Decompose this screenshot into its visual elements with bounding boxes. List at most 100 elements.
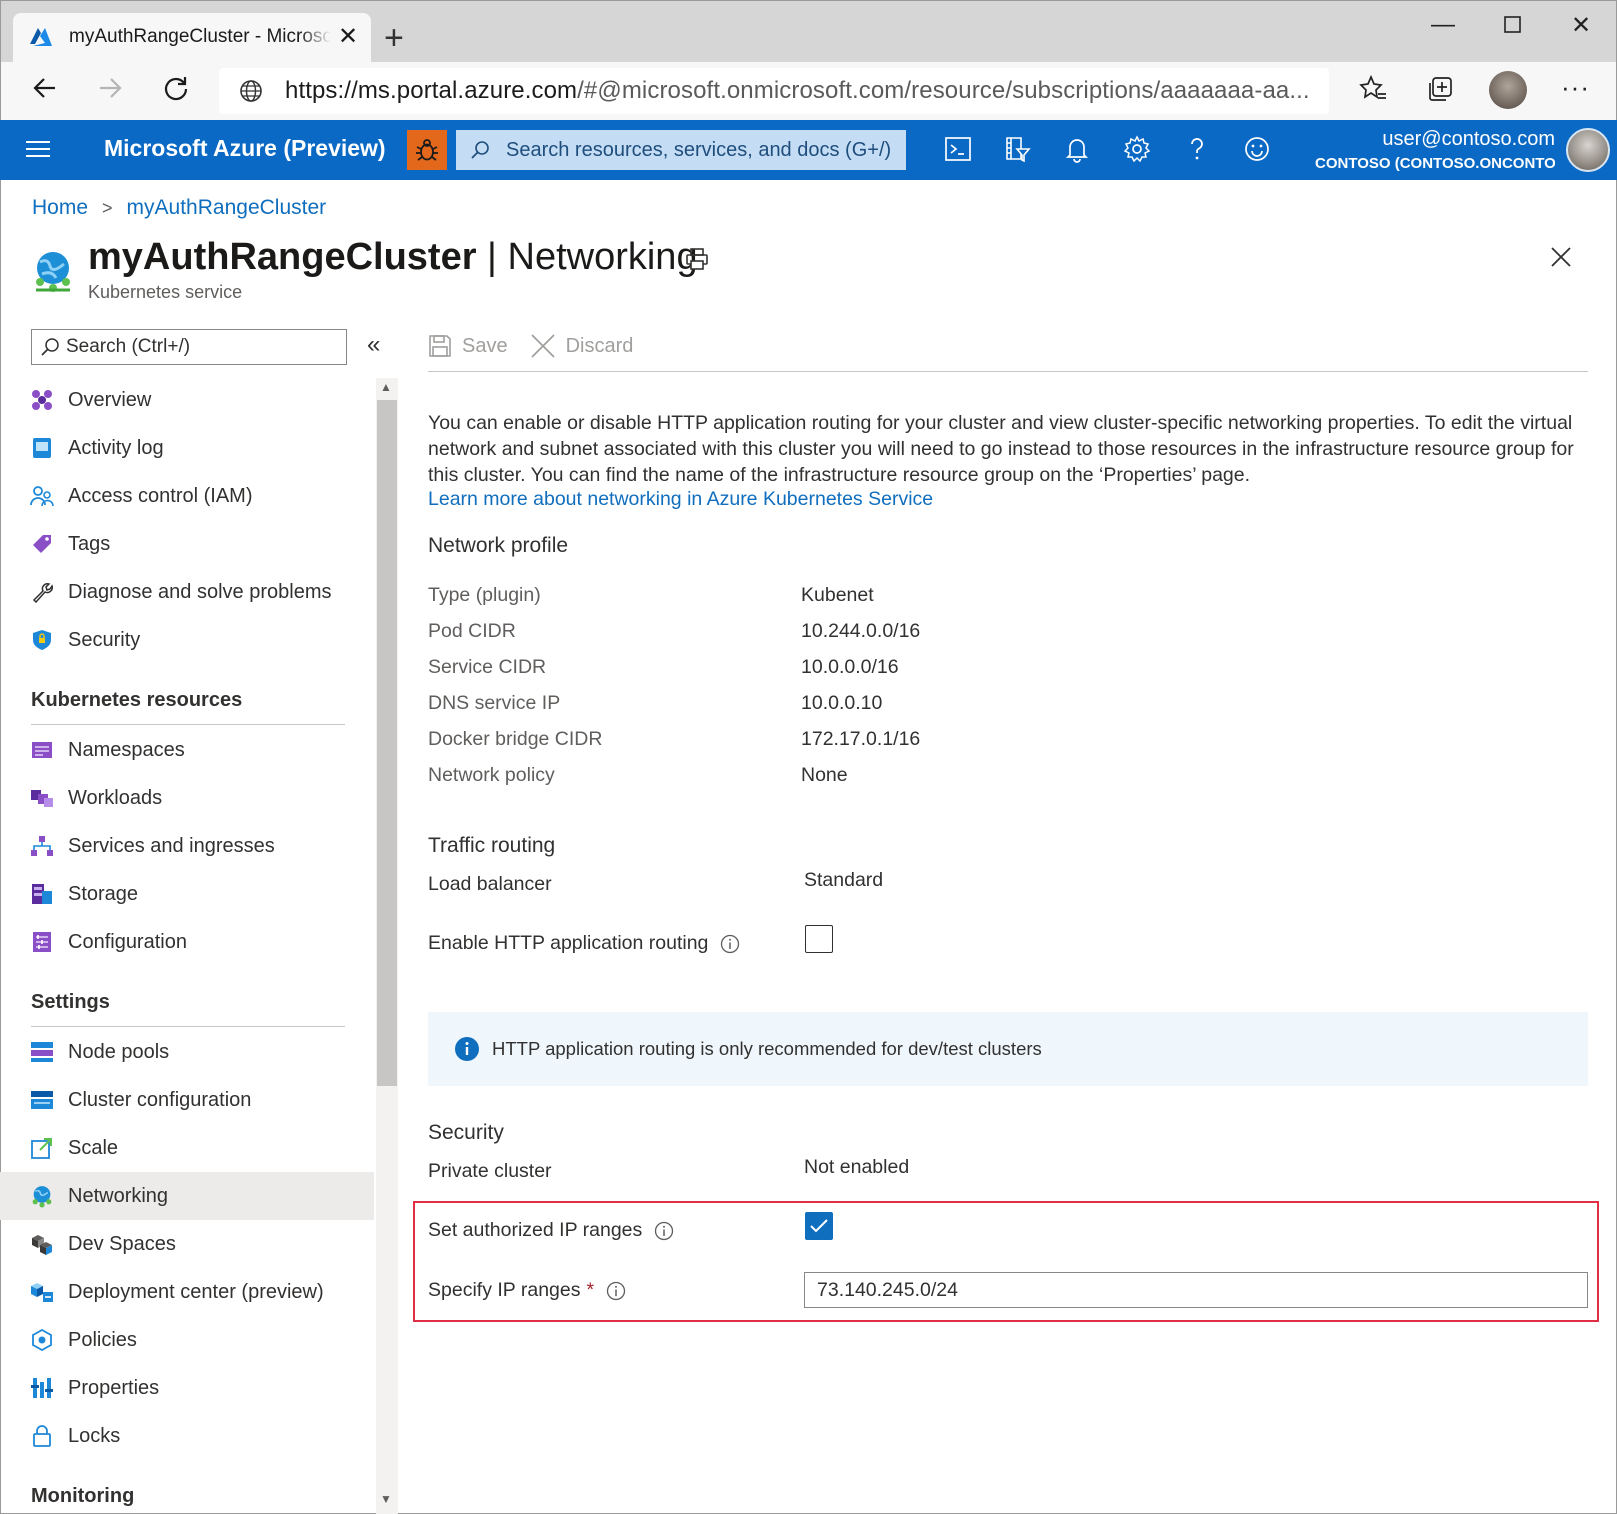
nav-item-access-control[interactable]: Access control (IAM) (0, 472, 374, 520)
nav-section-settings: Settings (31, 991, 110, 1013)
nav-item-properties[interactable]: Properties (0, 1364, 374, 1412)
url-host: https://ms.portal.azure.com (285, 77, 578, 104)
tab-close-icon[interactable]: ✕ (338, 25, 358, 49)
preview-feedback-button[interactable] (407, 130, 447, 170)
load-balancer-value: Standard (804, 869, 884, 891)
new-tab-icon[interactable]: + (384, 21, 404, 55)
info-circle-icon[interactable] (606, 1281, 626, 1301)
nav-item-services[interactable]: Services and ingresses (0, 822, 374, 870)
overview-icon (30, 388, 54, 412)
portal-search-box[interactable]: Search resources, services, and docs (G+… (456, 130, 906, 170)
favorites-icon[interactable] (1358, 74, 1388, 109)
storage-icon (30, 882, 54, 906)
hamburger-menu-icon[interactable] (26, 139, 50, 164)
nav-item-node-pools[interactable]: Node pools (0, 1028, 374, 1076)
learn-more-link[interactable]: Learn more about networking in Azure Kub… (428, 488, 933, 511)
save-label: Save (462, 334, 508, 357)
user-email[interactable]: user@contoso.com (1382, 128, 1555, 151)
nav-item-dev-spaces[interactable]: Dev Spaces (0, 1220, 374, 1268)
specify-ip-label-text: Specify IP ranges (428, 1279, 581, 1301)
more-options-icon[interactable]: ··· (1561, 72, 1590, 103)
http-routing-checkbox[interactable] (805, 925, 833, 953)
collections-icon[interactable] (1425, 74, 1455, 109)
print-icon[interactable] (684, 246, 710, 277)
authorized-ip-checkbox[interactable] (805, 1212, 833, 1240)
menu-scrollbar-thumb[interactable] (377, 400, 397, 1086)
http-routing-label: Enable HTTP application routing (428, 932, 740, 955)
collapse-menu-icon[interactable]: « (367, 331, 380, 359)
directory-filter-icon[interactable] (1003, 135, 1031, 168)
address-bar[interactable]: https://ms.portal.azure.com/#@microsoft.… (219, 68, 1329, 114)
breadcrumb-home[interactable]: Home (32, 196, 88, 220)
window-close-icon[interactable]: ✕ (1571, 11, 1591, 40)
prop-value-pod-cidr: 10.244.0.0/16 (801, 620, 921, 642)
nav-item-cluster-configuration[interactable]: Cluster configuration (0, 1076, 374, 1124)
menu-search-input[interactable]: Search (Ctrl+/) (31, 329, 347, 365)
minimize-icon[interactable]: — (1431, 11, 1455, 39)
info-circle-icon[interactable] (654, 1221, 674, 1241)
breadcrumb-resource[interactable]: myAuthRangeCluster (127, 196, 327, 220)
lock-icon (30, 1424, 54, 1448)
security-heading: Security (428, 1121, 504, 1144)
refresh-icon[interactable] (162, 74, 190, 107)
nav-item-configuration[interactable]: Configuration (0, 918, 374, 966)
http-routing-info-text: HTTP application routing is only recomme… (492, 1038, 1042, 1059)
info-circle-icon[interactable] (720, 934, 740, 954)
page-title-blade: Networking (507, 236, 698, 278)
prop-value-type: Kubenet (801, 584, 874, 606)
browser-tab[interactable]: myAuthRangeCluster - Microsoft Azure ✕ (13, 13, 371, 63)
prop-value-service-cidr: 10.0.0.0/16 (801, 656, 899, 678)
nav-item-overview[interactable]: Overview (0, 376, 374, 424)
nav-item-activity-log[interactable]: Activity log (0, 424, 374, 472)
nav-item-label: Workloads (68, 786, 163, 809)
settings-gear-icon[interactable] (1123, 135, 1151, 168)
required-marker: * (586, 1279, 595, 1301)
discard-button[interactable]: Discard (530, 333, 633, 359)
forward-arrow-icon[interactable] (96, 74, 124, 107)
notifications-bell-icon[interactable] (1063, 135, 1091, 168)
cloud-shell-icon[interactable] (944, 135, 972, 168)
policies-icon (30, 1328, 54, 1352)
browser-profile-avatar[interactable] (1489, 71, 1527, 109)
nav-item-security[interactable]: Security (0, 616, 374, 664)
nav-item-label: Namespaces (68, 738, 185, 761)
nav-item-locks[interactable]: Locks (0, 1412, 374, 1460)
nav-item-storage[interactable]: Storage (0, 870, 374, 918)
portal-title[interactable]: Microsoft Azure (Preview) (104, 135, 386, 162)
nav-item-namespaces[interactable]: Namespaces (0, 726, 374, 774)
http-routing-label-text: Enable HTTP application routing (428, 932, 709, 954)
nav-item-scale[interactable]: Scale (0, 1124, 374, 1172)
load-balancer-label: Load balancer (428, 873, 552, 895)
feedback-smiley-icon[interactable] (1243, 135, 1271, 168)
nav-item-networking[interactable]: Networking (0, 1172, 374, 1220)
prop-label-pod-cidr: Pod CIDR (428, 620, 516, 642)
user-avatar[interactable] (1566, 128, 1610, 172)
nav-item-deployment-center[interactable]: Deployment center (preview) (0, 1268, 374, 1316)
iam-icon (30, 484, 54, 508)
nav-item-tags[interactable]: Tags (0, 520, 374, 568)
tag-icon (30, 532, 54, 556)
scroll-up-arrow-icon[interactable]: ▲ (380, 380, 392, 394)
portal-search-placeholder: Search resources, services, and docs (G+… (506, 138, 892, 161)
close-blade-icon[interactable] (1550, 246, 1572, 273)
help-question-icon[interactable] (1183, 135, 1211, 168)
private-cluster-value: Not enabled (804, 1156, 910, 1178)
page-title: myAuthRangeCluster | Networking (88, 236, 698, 279)
back-arrow-icon[interactable] (31, 74, 59, 107)
nav-item-label: Cluster configuration (68, 1088, 252, 1111)
nav-item-label: Access control (IAM) (68, 484, 253, 507)
private-cluster-label: Private cluster (428, 1160, 552, 1182)
maximize-icon[interactable] (1504, 13, 1522, 41)
save-button[interactable]: Save (428, 334, 508, 358)
nav-item-policies[interactable]: Policies (0, 1316, 374, 1364)
nav-item-workloads[interactable]: Workloads (0, 774, 374, 822)
nav-item-diagnose[interactable]: Diagnose and solve problems (0, 568, 374, 616)
breadcrumb-chevron-icon: > (102, 197, 113, 218)
ip-ranges-input[interactable]: 73.140.245.0/24 (804, 1272, 1588, 1308)
search-icon (471, 141, 489, 159)
url-path: /#@microsoft.onmicrosoft.com/resource/su… (577, 77, 1310, 104)
user-tenant[interactable]: CONTOSO (CONTOSO.ONCONTOSO.COM) (1315, 155, 1555, 172)
activity-log-icon (30, 436, 54, 460)
scroll-down-arrow-icon[interactable]: ▼ (380, 1492, 392, 1506)
dev-spaces-icon (30, 1232, 54, 1256)
